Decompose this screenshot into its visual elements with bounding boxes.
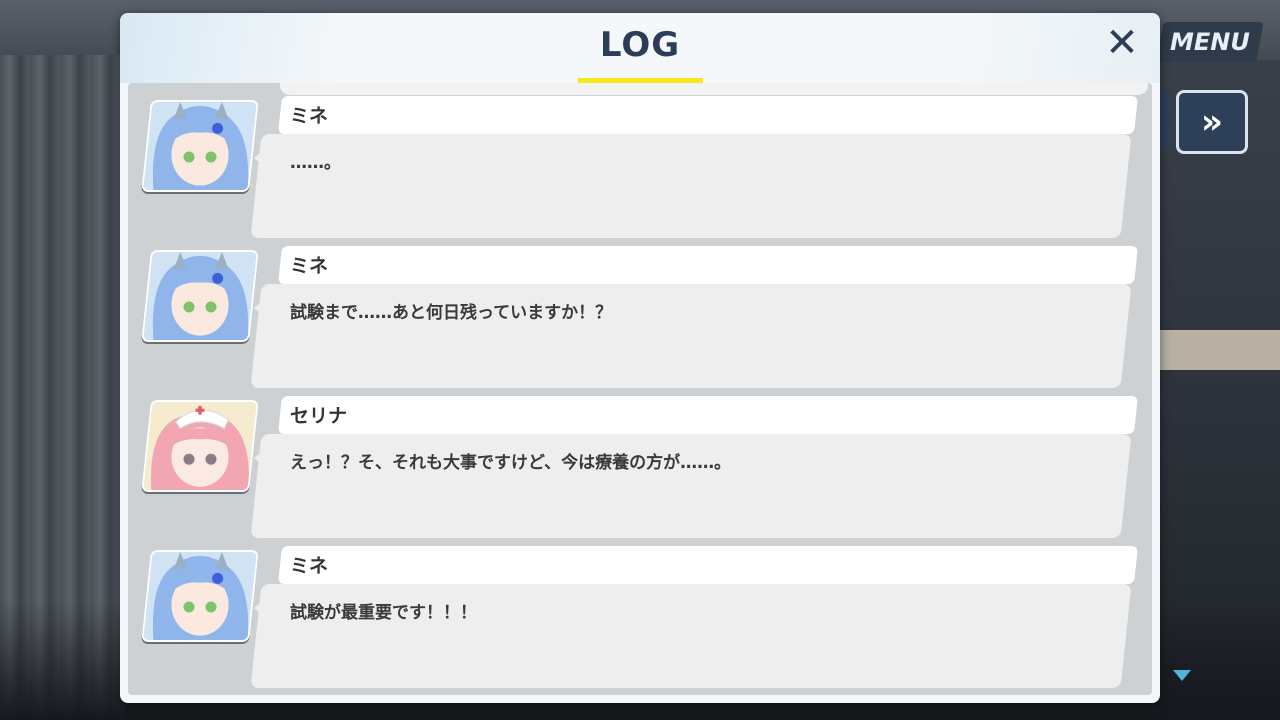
log-title: LOG [599, 25, 681, 65]
serina-avatar [141, 400, 259, 492]
menu-label: MENU [1170, 28, 1250, 56]
log-entry: ミネ ……。 [128, 96, 1152, 240]
background-bed [1160, 330, 1280, 370]
log-panel: LOG ✕ ミネ ……。 ミネ 試験まで……あと何日残っていますか！？ セリナ … [120, 13, 1160, 703]
dialogue-tail [254, 148, 266, 168]
speaker-name-box [278, 246, 1138, 284]
log-scroll-area[interactable]: ミネ ……。 ミネ 試験まで……あと何日残っていますか！？ セリナ えっ！？そ、… [128, 83, 1152, 695]
dialogue-box [250, 134, 1132, 238]
speaker-name-box [278, 96, 1138, 134]
log-entry: ミネ 試験まで……あと何日残っていますか！？ [128, 246, 1152, 390]
dialogue-text: ……。 [290, 153, 341, 173]
dialogue-tail [254, 298, 266, 318]
log-entry: セリナ えっ！？そ、それも大事ですけど、今は療養の方が……。 [128, 396, 1152, 540]
mine-avatar [141, 550, 259, 642]
dialogue-text: 試験が最重要です！！！ [290, 603, 477, 623]
close-icon[interactable]: ✕ [1102, 23, 1142, 63]
speaker-name-box [278, 546, 1138, 584]
mine-avatar [141, 100, 259, 192]
speaker-name: セリナ [290, 405, 348, 427]
dialogue-text: 試験まで……あと何日残っていますか！？ [290, 303, 613, 323]
menu-button[interactable]: MENU [1156, 22, 1264, 62]
speaker-name-box [278, 396, 1138, 434]
mine-avatar [141, 250, 259, 342]
speaker-name: ミネ [290, 555, 329, 577]
previous-entry-edge [280, 83, 1148, 95]
log-entry: ミネ 試験が最重要です！！！ [128, 546, 1152, 690]
speaker-name: ミネ [290, 105, 329, 127]
fast-forward-button[interactable]: » [1176, 90, 1248, 154]
speaker-name: ミネ [290, 255, 329, 277]
dialogue-tail [254, 448, 266, 468]
log-header: LOG ✕ [120, 13, 1160, 83]
dialogue-text: えっ！？そ、それも大事ですけど、今は療養の方が……。 [290, 453, 732, 473]
fast-forward-icon: » [1201, 102, 1223, 142]
dialogue-tail [254, 598, 266, 618]
scroll-down-indicator-icon [1173, 670, 1191, 681]
